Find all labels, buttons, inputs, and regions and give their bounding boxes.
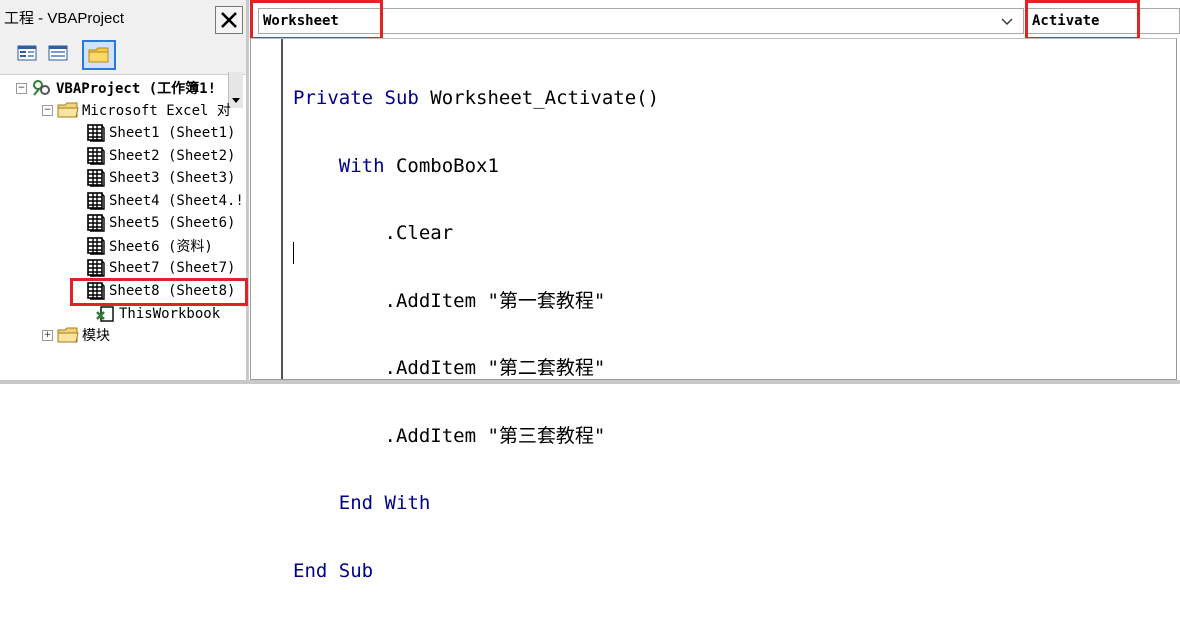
view-code-icon — [17, 45, 37, 61]
tree-node-sheet3[interactable]: Sheet3 (Sheet3) — [86, 167, 235, 189]
code-line: Private Sub Worksheet_Activate() — [293, 87, 660, 109]
text-cursor — [293, 242, 294, 264]
tree-node-sheet6[interactable]: Sheet6 (资料) — [86, 235, 213, 257]
view-object-icon — [48, 45, 68, 61]
project-pane-toolbar — [0, 36, 246, 108]
folder-icon — [57, 327, 79, 343]
view-code-button[interactable] — [15, 42, 39, 64]
tree-node-label: Sheet1 (Sheet1) — [109, 125, 236, 141]
tree-node-label: Sheet7 (Sheet7) — [109, 260, 236, 276]
folder-icon — [57, 102, 79, 118]
tree-node-sheet2[interactable]: Sheet2 (Sheet2) — [86, 145, 235, 167]
project-pane-titlebar: 工程 - VBAProject — [0, 0, 246, 36]
highlight-box-object — [250, 0, 383, 40]
chevron-down-icon[interactable] — [998, 11, 1016, 31]
sheet-icon — [87, 259, 105, 277]
tree-node-label: Sheet3 (Sheet3) — [109, 170, 236, 186]
code-line: End Sub — [293, 559, 374, 582]
tree-node-excel-objects[interactable]: − Microsoft Excel 对 — [42, 99, 231, 121]
tree-node-label: 模块 — [82, 328, 110, 344]
tree-node-label: ThisWorkbook — [119, 306, 221, 322]
tree-node-modules[interactable]: + 模块 — [42, 324, 110, 346]
sheet-icon — [87, 124, 105, 142]
tree-node-sheet7[interactable]: Sheet7 (Sheet7) — [86, 257, 235, 279]
tree-node-sheet1[interactable]: Sheet1 (Sheet1) — [86, 122, 235, 144]
highlight-box-procedure — [1025, 0, 1140, 40]
collapse-icon[interactable]: − — [16, 82, 27, 94]
code-line: .Clear — [384, 222, 454, 244]
project-pane-title: 工程 - VBAProject — [4, 10, 125, 27]
code-window: Worksheet Activate Private Sub Worksheet… — [250, 0, 1180, 582]
sheet-icon — [87, 192, 105, 210]
project-icon — [33, 80, 50, 96]
highlight-box-sheet8 — [70, 278, 248, 306]
code-line: .AddItem "第二套教程" — [384, 357, 606, 379]
tree-node-label: Microsoft Excel 对 — [82, 103, 231, 119]
toggle-folders-icon — [88, 47, 109, 63]
sheet-icon — [87, 169, 105, 187]
tree-node-label: Sheet5 (Sheet6) — [109, 215, 236, 231]
project-tree: − VBAProject (工作簿1! − Microsoft Excel 对 … — [0, 76, 246, 380]
tree-node-label: Sheet2 (Sheet2) — [109, 148, 236, 164]
tree-node-label: Sheet4 (Sheet4.! — [109, 193, 244, 209]
code-text: Private Sub Worksheet_Activate() With Co… — [293, 42, 659, 627]
tree-node-vbaproject[interactable]: − VBAProject (工作簿1! — [16, 77, 216, 99]
tree-node-thisworkbook[interactable]: ThisWorkbook — [96, 303, 220, 325]
toggle-folders-button[interactable] — [82, 40, 116, 70]
view-object-button[interactable] — [46, 42, 70, 64]
code-editor[interactable]: Private Sub Worksheet_Activate() With Co… — [250, 38, 1177, 582]
workbook-icon — [96, 306, 114, 322]
tree-node-sheet5[interactable]: Sheet5 (Sheet6) — [86, 212, 235, 234]
sheet-icon — [87, 147, 105, 165]
close-icon — [221, 12, 237, 28]
sheet-icon — [87, 237, 105, 255]
collapse-icon[interactable]: − — [42, 104, 53, 116]
project-explorer-pane: 工程 - VBAProject − VBAProject (工作簿1! − Mi… — [0, 0, 249, 383]
code-line: With ComboBox1 — [338, 154, 499, 177]
close-button[interactable] — [215, 6, 243, 34]
bottom-border — [0, 380, 1180, 384]
code-line: .AddItem "第一套教程" — [384, 289, 606, 312]
sheet-icon — [87, 214, 105, 232]
tree-node-label: VBAProject (工作簿1! — [56, 81, 217, 97]
code-line: End With — [338, 492, 431, 514]
code-line: .AddItem "第三套教程" — [384, 424, 606, 447]
expand-icon[interactable]: + — [42, 329, 53, 341]
tree-node-sheet4[interactable]: Sheet4 (Sheet4.! — [86, 190, 244, 212]
code-margin-bar[interactable] — [251, 39, 283, 379]
tree-node-label: Sheet6 (资料) — [109, 239, 213, 255]
